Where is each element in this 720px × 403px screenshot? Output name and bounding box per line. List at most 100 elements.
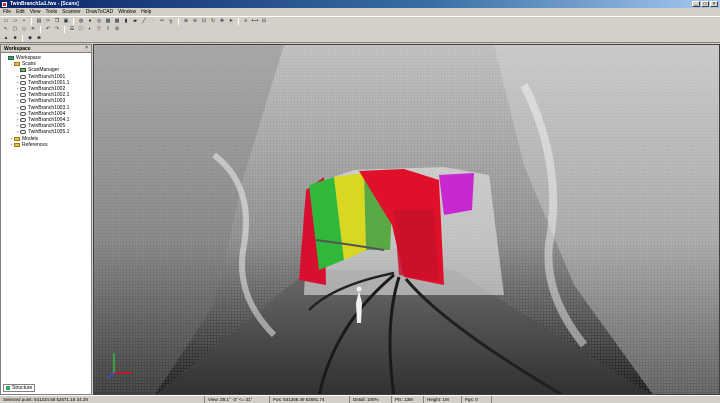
paste-icon[interactable]: ▣ [62,18,70,25]
scan-3d-viewport[interactable] [93,44,720,395]
tree-node-label: ScanManager [28,67,60,74]
tree-node-label: Models [22,135,39,142]
measure-icon[interactable]: ⟷ [251,18,259,25]
zoom-fit-icon[interactable]: ⊡ [200,18,208,25]
new-icon[interactable]: ▭ [2,18,10,25]
app-icon [2,1,7,7]
tree-node-label: TwinBranch1002 [28,86,66,93]
point-cloud-render[interactable] [94,45,720,395]
status-selected-point: Selected point: 541234.68 52671.15 34.29 [0,396,205,403]
scan-manager-icon [20,68,26,73]
scan-icon [20,105,26,110]
print-icon[interactable]: ▤ [35,18,43,25]
tree-node-label: TwinBranch1004 [28,110,66,117]
globe-icon[interactable]: ● [86,18,94,25]
window-controls: _ □ × [692,1,718,7]
minimize-button[interactable]: _ [692,1,700,7]
cube-icon[interactable]: ▦ [104,18,112,25]
select-icon[interactable]: ↖ [2,26,10,33]
tree-node-label: TwinBranch1001 [28,73,66,80]
delete-icon[interactable]: ✕ [29,26,37,33]
menu-scanner[interactable]: Scanner [62,9,81,15]
tree-node-label: TwinBranch1005.1 [28,129,70,136]
scan-icon [20,124,26,129]
menu-file[interactable]: File [3,9,11,15]
tree-node[interactable]: + References [1,142,91,148]
menu-tools[interactable]: Tools [45,9,57,15]
maximize-button[interactable]: □ [701,1,709,7]
top-view-icon[interactable]: ▲ [2,35,10,42]
iso-view-icon[interactable]: ◆ [26,35,34,42]
close-panel-icon[interactable]: × [85,45,88,51]
folder-icon [14,136,20,141]
target-icon[interactable]: ◎ [95,18,103,25]
workspace-panel: Workspace × - Workspace - Scans ScanManager +… [0,44,92,395]
clip-icon[interactable]: ⊟ [260,18,268,25]
walk-icon[interactable]: ➤ [227,18,235,25]
toolbar-separator [22,34,23,42]
export-icon[interactable]: ⇪ [104,26,112,33]
plane-icon[interactable]: ▰ [131,18,139,25]
line-icon[interactable]: ╱ [140,18,148,25]
open-icon[interactable]: ▱ [11,18,19,25]
workspace-tree: - Workspace - Scans ScanManager + TwinBranch10… [1,53,91,148]
toolbar-separator [64,26,65,33]
view-toolbar: ▲ ■ ◆ ◙ [0,34,720,43]
save-icon[interactable]: ▪ [20,18,28,25]
status-detail: Detail: 100% [350,396,392,403]
color-icon[interactable]: ◐ [86,26,94,33]
layers-icon[interactable]: ≡ [242,18,250,25]
tab-structure[interactable]: Structure [3,384,35,392]
front-view-icon[interactable]: ■ [11,35,19,42]
menu-view[interactable]: View [30,9,41,15]
tree-node-label: Workspace [16,55,41,62]
tree-node-label: TwinBranch1002.1 [28,92,70,99]
menu-drawtocad[interactable]: DrawToCAD [86,9,114,15]
scan-icon [20,87,26,92]
region-icon[interactable]: ◇ [20,26,28,33]
scan-icon[interactable]: ◍ [77,18,85,25]
copy-icon[interactable]: ❐ [53,18,61,25]
point-icon[interactable]: · [149,18,157,25]
menu-edit[interactable]: Edit [16,9,25,15]
status-bar: Selected point: 541234.68 52671.15 34.29… [0,395,720,403]
camera-icon[interactable]: ◙ [35,35,43,42]
tree-node-label: References [22,141,48,148]
fence-icon[interactable]: ▢ [11,26,19,33]
tree-node-label: Scans [22,61,36,68]
cut-icon[interactable]: ✂ [44,18,52,25]
settings-icon[interactable]: ⚙ [113,26,121,33]
undo-icon[interactable]: ↶ [44,26,52,33]
scan-icon [20,117,26,122]
menu-help[interactable]: Help [141,9,151,15]
menu-window[interactable]: Window [118,9,136,15]
redo-icon[interactable]: ↷ [53,26,61,33]
pipe-icon[interactable]: ═ [158,18,166,25]
filter-icon[interactable]: ▽ [95,26,103,33]
mesh-icon[interactable]: ▩ [113,18,121,25]
zoom-in-icon[interactable]: ⊕ [182,18,190,25]
elbow-icon[interactable]: ╗ [167,18,175,25]
workspace-icon [8,56,14,61]
app-window: TwinBranch1a1.fws - [Scans] _ □ × File E… [0,0,720,403]
rotate-icon[interactable]: ↻ [209,18,217,25]
cylinder-icon[interactable]: ▮ [122,18,130,25]
tree-node-label: TwinBranch1003.1 [28,104,70,111]
status-view: View: 29.1° -3° <= 31° [205,396,270,403]
scan-icon [20,80,26,85]
tree-node-label: TwinBranch1004.1 [28,116,70,123]
status-height: Height: 1M [424,396,462,403]
pan-icon[interactable]: ✥ [218,18,226,25]
zoom-out-icon[interactable]: ⊖ [191,18,199,25]
info-icon[interactable]: ⓘ [77,26,85,33]
properties-icon[interactable]: ☰ [68,26,76,33]
status-points: Pts: 13M [392,396,424,403]
toolbar-separator [178,17,179,25]
tab-structure-label: Structure [12,385,33,391]
status-pages: Pgs: 0 [462,396,492,403]
tree-node-label: TwinBranch1003 [28,98,66,105]
close-button[interactable]: × [710,1,718,7]
title-bar: TwinBranch1a1.fws - [Scans] _ □ × [0,0,720,8]
workspace-panel-header: Workspace × [1,45,91,53]
toolbar-separator [73,17,74,25]
